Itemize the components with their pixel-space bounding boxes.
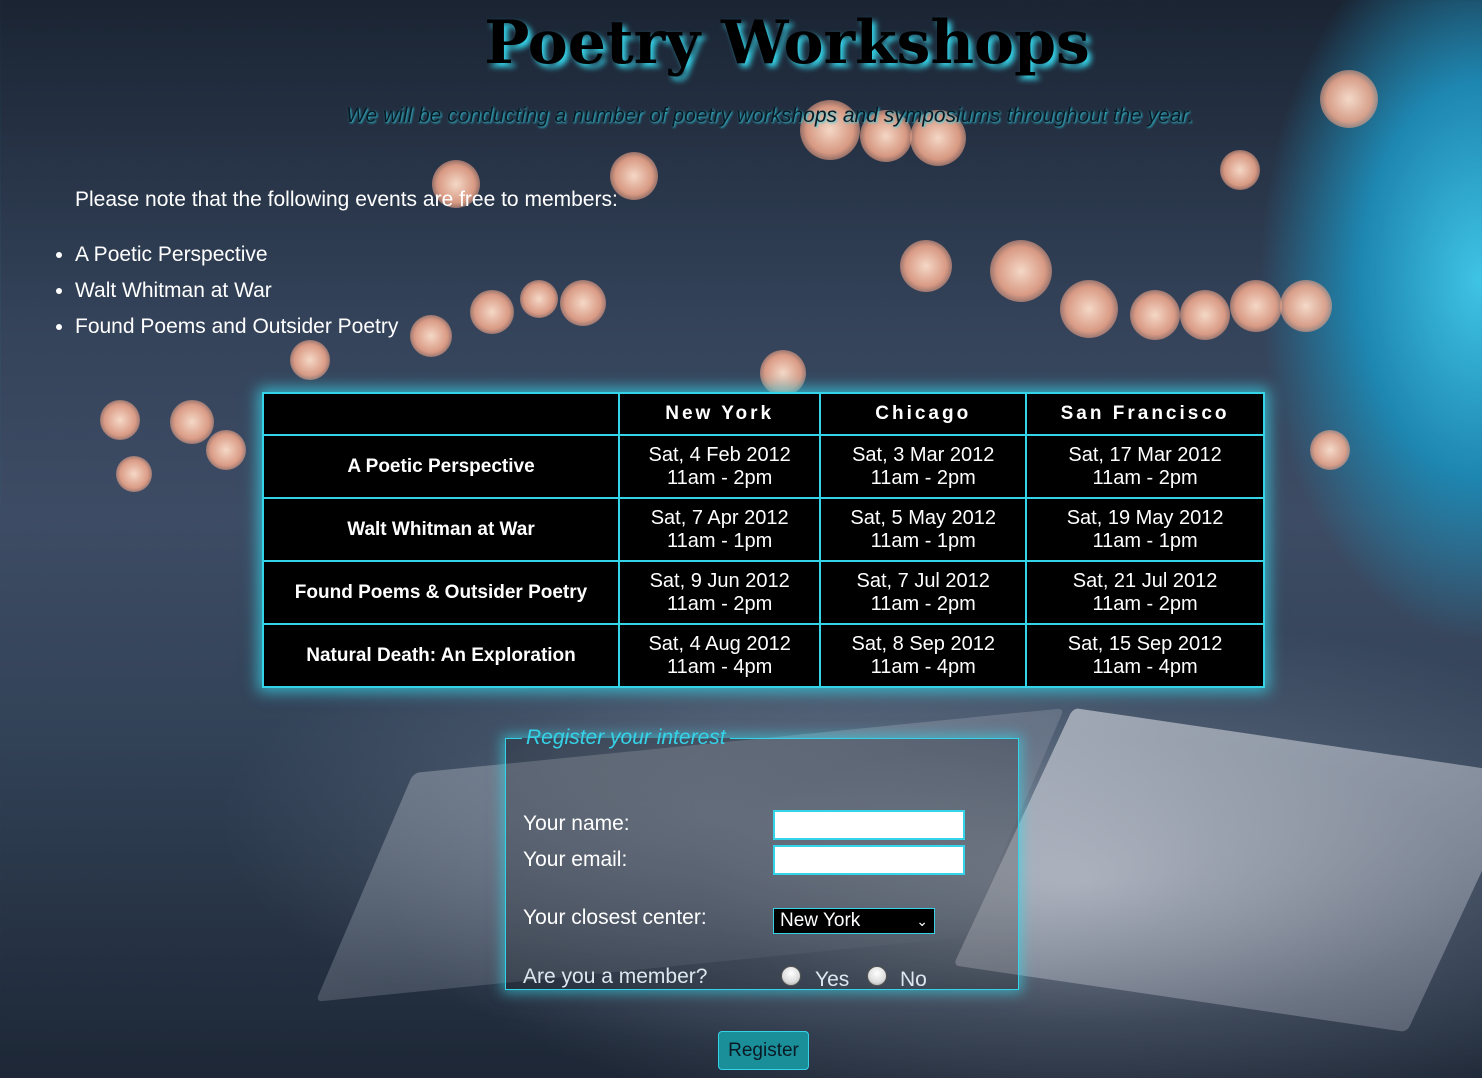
session-cell: Sat, 17 Mar 2012 11am - 2pm	[1025, 434, 1265, 499]
member-no-label: No	[900, 968, 927, 991]
session-date: Sat, 4 Feb 2012	[648, 443, 791, 466]
bokeh-light	[1130, 290, 1180, 340]
bokeh-light	[1230, 280, 1282, 332]
session-time: 11am - 1pm	[667, 529, 773, 552]
bokeh-light	[170, 400, 214, 444]
list-item: Found Poems and Outsider Poetry	[75, 312, 398, 348]
free-events-list: A Poetic Perspective Walt Whitman at War…	[52, 240, 398, 348]
center-select[interactable]: New York ⌄	[773, 908, 935, 934]
name-field[interactable]	[773, 810, 965, 840]
header-cell-chicago: Chicago	[819, 392, 1028, 436]
free-events-note: Please note that the following events ar…	[75, 188, 618, 211]
session-cell: Sat, 9 Jun 2012 11am - 2pm	[617, 560, 822, 625]
bokeh-light	[990, 240, 1052, 302]
session-cell: Sat, 21 Jul 2012 11am - 2pm	[1025, 560, 1265, 625]
header-cell-new-york: New York	[617, 392, 822, 436]
session-cell: Sat, 4 Feb 2012 11am - 2pm	[617, 434, 822, 499]
session-time: 11am - 4pm	[667, 655, 773, 678]
session-cell: Sat, 7 Jul 2012 11am - 2pm	[819, 560, 1028, 625]
session-time: 11am - 2pm	[870, 592, 976, 615]
session-time: 11am - 4pm	[1092, 655, 1198, 678]
email-label: Your email:	[523, 848, 628, 871]
register-fieldset: Register your interest Your name: Your e…	[505, 726, 1019, 991]
session-date: Sat, 5 May 2012	[850, 506, 997, 529]
session-date: Sat, 4 Aug 2012	[648, 632, 791, 655]
session-cell: Sat, 8 Sep 2012 11am - 4pm	[819, 623, 1028, 688]
bokeh-light	[470, 290, 514, 334]
session-time: 11am - 2pm	[1092, 592, 1198, 615]
event-name-cell: Walt Whitman at War	[262, 497, 620, 562]
session-time: 11am - 1pm	[1092, 529, 1198, 552]
table-header-row: New York Chicago San Francisco	[262, 392, 1265, 436]
session-time: 11am - 4pm	[870, 655, 976, 678]
bokeh-light	[1060, 280, 1118, 338]
session-cell: Sat, 4 Aug 2012 11am - 4pm	[617, 623, 822, 688]
session-date: Sat, 17 Mar 2012	[1068, 443, 1222, 466]
name-label: Your name:	[523, 812, 630, 835]
session-cell: Sat, 19 May 2012 11am - 1pm	[1025, 497, 1265, 562]
register-legend: Register your interest	[526, 726, 726, 749]
bokeh-light	[1320, 70, 1378, 128]
session-date: Sat, 8 Sep 2012	[851, 632, 995, 655]
session-date: Sat, 3 Mar 2012	[852, 443, 995, 466]
session-time: 11am - 1pm	[870, 529, 976, 552]
member-yes-radio[interactable]	[781, 966, 801, 986]
bokeh-light	[520, 280, 558, 318]
member-no-radio[interactable]	[867, 966, 887, 986]
event-name-cell: Found Poems & Outsider Poetry	[262, 560, 620, 625]
page-subtitle: We will be conducting a number of poetry…	[346, 104, 1194, 127]
bokeh-light	[100, 400, 140, 440]
table-row: A Poetic Perspective Sat, 4 Feb 2012 11am…	[262, 434, 1265, 499]
bokeh-light	[206, 430, 246, 470]
bokeh-light	[1280, 280, 1332, 332]
session-cell: Sat, 3 Mar 2012 11am - 2pm	[819, 434, 1028, 499]
member-label: Are you a member?	[523, 965, 708, 988]
session-date: Sat, 19 May 2012	[1066, 506, 1224, 529]
session-time: 11am - 2pm	[1092, 466, 1198, 489]
session-cell: Sat, 5 May 2012 11am - 1pm	[819, 497, 1028, 562]
page-title: Poetry Workshops	[484, 8, 1090, 78]
bokeh-light	[560, 280, 606, 326]
bokeh-light	[410, 315, 452, 357]
table-row: Found Poems & Outsider Poetry Sat, 9 Jun…	[262, 560, 1265, 625]
bokeh-light	[900, 240, 952, 292]
list-item: A Poetic Perspective	[75, 240, 398, 276]
center-label: Your closest center:	[523, 906, 707, 929]
session-date: Sat, 7 Apr 2012	[650, 506, 789, 529]
session-cell: Sat, 7 Apr 2012 11am - 1pm	[617, 497, 822, 562]
list-item: Walt Whitman at War	[75, 276, 398, 312]
bokeh-light	[1310, 430, 1350, 470]
bokeh-light	[1220, 150, 1260, 190]
chevron-down-icon: ⌄	[916, 913, 928, 929]
table-row: Natural Death: An Exploration Sat, 4 Aug…	[262, 623, 1265, 688]
member-yes-label: Yes	[815, 968, 850, 991]
session-time: 11am - 2pm	[667, 592, 773, 615]
event-name-cell: A Poetic Perspective	[262, 434, 620, 499]
session-date: Sat, 7 Jul 2012	[856, 569, 990, 592]
bokeh-light	[1180, 290, 1230, 340]
session-cell: Sat, 15 Sep 2012 11am - 4pm	[1025, 623, 1265, 688]
bokeh-light	[760, 350, 806, 396]
center-select-value: New York	[780, 910, 861, 931]
table-row: Walt Whitman at War Sat, 7 Apr 2012 11am …	[262, 497, 1265, 562]
bokeh-light	[116, 456, 152, 492]
email-field[interactable]	[773, 845, 965, 875]
session-time: 11am - 2pm	[870, 466, 976, 489]
event-name-cell: Natural Death: An Exploration	[262, 623, 620, 688]
session-time: 11am - 2pm	[667, 466, 773, 489]
register-button[interactable]: Register	[718, 1031, 809, 1070]
session-date: Sat, 15 Sep 2012	[1067, 632, 1223, 655]
header-cell-empty	[262, 392, 620, 436]
header-cell-san-francisco: San Francisco	[1025, 392, 1265, 436]
session-date: Sat, 21 Jul 2012	[1072, 569, 1218, 592]
session-date: Sat, 9 Jun 2012	[649, 569, 790, 592]
schedule-table: New York Chicago San Francisco A Poetic …	[262, 392, 1265, 688]
